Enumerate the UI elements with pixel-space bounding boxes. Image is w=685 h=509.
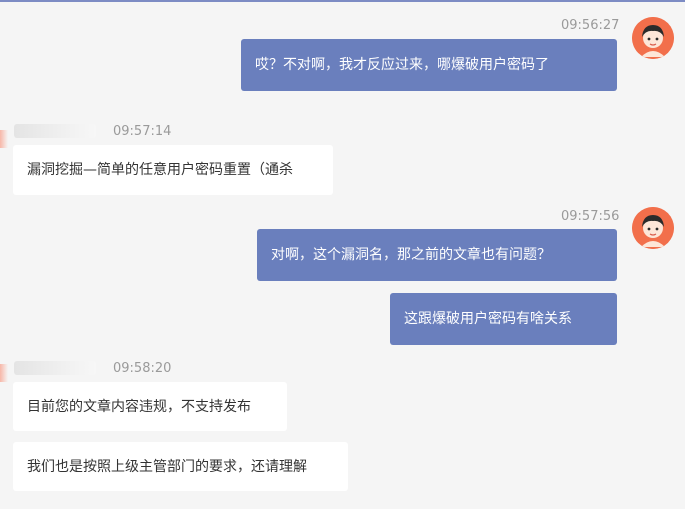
message-text: 对啊，这个漏洞名，那之前的文章也有问题？ bbox=[271, 247, 551, 263]
sender-name-redacted bbox=[14, 361, 96, 375]
message-text: 哎？不对啊，我才反应过来，哪爆破用户密码了 bbox=[255, 57, 549, 73]
message-text: 漏洞挖掘—简单的任意用户密码重置（通杀 bbox=[27, 162, 293, 178]
user-avatar-icon[interactable] bbox=[632, 17, 674, 59]
message-text: 这跟爆破用户密码有啥关系 bbox=[404, 311, 572, 327]
message-text: 我们也是按照上级主管部门的要求，还请理解 bbox=[27, 458, 307, 475]
message-timestamp: 09:58:20 bbox=[113, 361, 172, 376]
message-timestamp: 09:57:14 bbox=[113, 124, 172, 139]
outgoing-message[interactable]: 哎？不对啊，我才反应过来，哪爆破用户密码了 bbox=[241, 39, 617, 91]
sender-name-redacted bbox=[14, 124, 96, 138]
message-timestamp: 09:57:56 bbox=[561, 209, 620, 224]
incoming-message[interactable]: 我们也是按照上级主管部门的要求，还请理解 bbox=[13, 442, 348, 491]
message-text: 目前您的文章内容违规，不支持发布 bbox=[27, 398, 251, 415]
incoming-message[interactable]: 漏洞挖掘—简单的任意用户密码重置（通杀 bbox=[13, 145, 333, 195]
incoming-message[interactable]: 目前您的文章内容违规，不支持发布 bbox=[13, 382, 287, 431]
message-timestamp: 09:56:27 bbox=[561, 18, 620, 33]
user-avatar-icon[interactable] bbox=[632, 207, 674, 249]
blurred-avatar bbox=[0, 130, 8, 148]
outgoing-message[interactable]: 这跟爆破用户密码有啥关系 bbox=[390, 293, 617, 345]
window-top-border bbox=[0, 0, 685, 2]
outgoing-message[interactable]: 对啊，这个漏洞名，那之前的文章也有问题？ bbox=[257, 229, 617, 281]
blurred-avatar bbox=[0, 364, 8, 382]
